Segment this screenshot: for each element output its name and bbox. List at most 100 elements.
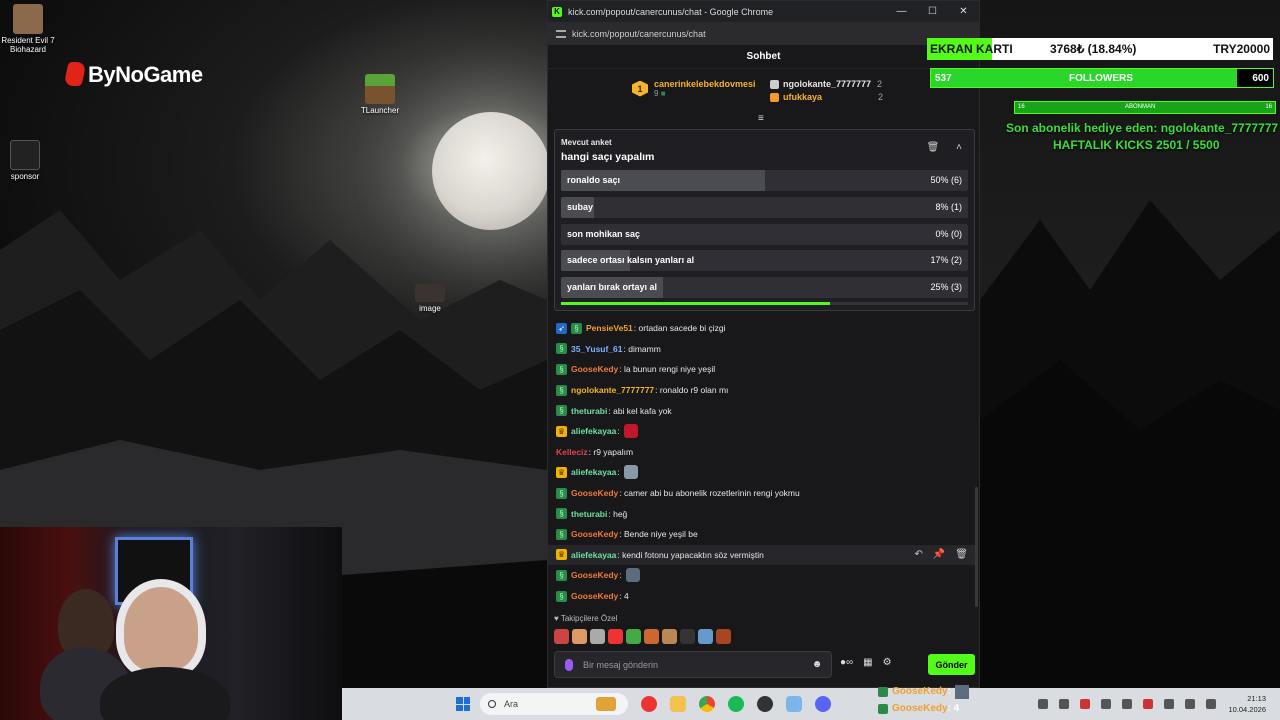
pin-icon[interactable]: 📌 bbox=[933, 549, 945, 560]
chat-message[interactable]: ➶ § PensieVe51: ortadan sacede bi çizgi bbox=[556, 318, 976, 339]
discord-icon[interactable] bbox=[815, 696, 831, 712]
tray-icon[interactable] bbox=[1101, 699, 1112, 709]
chevron-up-icon[interactable]: ˄ bbox=[951, 142, 967, 153]
chat-username[interactable]: 35_Yusuf_61 bbox=[571, 344, 623, 354]
chat-username[interactable]: GooseKedy bbox=[571, 570, 618, 580]
poll-option[interactable]: ronaldo saçı 50% (6) bbox=[561, 170, 968, 191]
minimize-button[interactable]: — bbox=[886, 6, 917, 17]
chat-scrollbar[interactable] bbox=[975, 487, 978, 607]
emote-image[interactable] bbox=[623, 424, 638, 439]
desktop-icon-image[interactable]: image bbox=[402, 284, 458, 313]
poll-option[interactable]: son mohikan saç 0% (0) bbox=[561, 224, 968, 245]
close-button[interactable]: ✕ bbox=[948, 6, 979, 17]
emote-image[interactable] bbox=[625, 568, 640, 583]
chat-message-input[interactable] bbox=[583, 659, 811, 670]
desktop-icon-resident-evil[interactable]: Resident Evil 7 Biohazard bbox=[0, 4, 56, 54]
emote-image[interactable] bbox=[572, 629, 587, 644]
chat-username[interactable]: GooseKedy bbox=[571, 364, 618, 374]
gift-badge-icon[interactable]: ➶ bbox=[556, 322, 567, 334]
emote-image[interactable] bbox=[590, 629, 605, 644]
chat-message[interactable]: § GooseKedy: Bende niye yeşil be bbox=[556, 524, 976, 545]
sub-badge-icon[interactable]: § bbox=[571, 322, 582, 334]
emote-image[interactable] bbox=[716, 629, 731, 644]
emote-image[interactable] bbox=[626, 629, 641, 644]
chat-message[interactable]: ♛ aliefekayaa: bbox=[556, 421, 976, 442]
emoji-icon[interactable]: ☻ bbox=[811, 659, 823, 670]
sub-badge-icon[interactable]: § bbox=[556, 590, 567, 602]
clock[interactable]: 21:13 10.04.2026 bbox=[1228, 693, 1266, 715]
crown-badge-icon[interactable]: ♛ bbox=[556, 466, 567, 478]
chat-username[interactable]: PensieVe51 bbox=[586, 323, 633, 333]
top-gifter[interactable]: 1 canerinkelebekdovmesi 9 ■ bbox=[632, 79, 756, 98]
settings-gear-icon[interactable]: ⚙ bbox=[883, 657, 892, 668]
kicks-icon[interactable]: ●∞ bbox=[840, 657, 853, 668]
trash-icon[interactable]: 🗑 bbox=[955, 549, 968, 560]
microphone-icon[interactable] bbox=[565, 658, 573, 671]
chat-message[interactable]: § GooseKedy: 4 bbox=[556, 586, 976, 607]
chat-username[interactable]: aliefekayaa bbox=[571, 467, 616, 477]
tray-icon[interactable] bbox=[1038, 699, 1049, 709]
obs-icon[interactable] bbox=[757, 696, 773, 712]
maximize-button[interactable]: ☐ bbox=[917, 6, 948, 17]
chat-username[interactable]: theturabi bbox=[571, 509, 607, 519]
sub-badge-icon[interactable]: § bbox=[556, 384, 567, 396]
address-bar[interactable]: kick.com/popout/canercunus/chat bbox=[548, 22, 979, 45]
tray-icon[interactable] bbox=[1122, 699, 1133, 709]
sub-badge-icon[interactable]: § bbox=[556, 363, 567, 375]
tray-icon[interactable] bbox=[1143, 699, 1154, 709]
emote-image[interactable] bbox=[680, 629, 695, 644]
emote-image[interactable] bbox=[554, 629, 569, 644]
wifi-icon[interactable] bbox=[1185, 699, 1196, 709]
gifter-row[interactable]: ngolokante_7777777 2 bbox=[770, 79, 883, 89]
chat-username[interactable]: theturabi bbox=[571, 406, 607, 416]
chat-username[interactable]: GooseKedy bbox=[571, 488, 618, 498]
sub-badge-icon[interactable]: § bbox=[556, 343, 567, 355]
site-settings-icon[interactable] bbox=[556, 29, 566, 38]
tray-icon[interactable] bbox=[1059, 699, 1070, 709]
reply-icon[interactable]: ↶ bbox=[914, 549, 922, 560]
crown-badge-icon[interactable]: ♛ bbox=[556, 549, 567, 561]
chat-message[interactable]: § ngolokante_7777777: ronaldo r9 olan mı bbox=[556, 380, 976, 401]
sub-badge-icon[interactable]: § bbox=[556, 508, 567, 520]
gifter-row[interactable]: ufukkaya 2 bbox=[770, 92, 883, 102]
poll-option[interactable]: subay 8% (1) bbox=[561, 197, 968, 218]
taskbar-search[interactable]: Ara bbox=[480, 693, 628, 715]
media-player-icon[interactable] bbox=[641, 696, 657, 712]
sub-badge-icon[interactable]: § bbox=[556, 487, 567, 499]
chat-message[interactable]: ♛ aliefekayaa: bbox=[556, 462, 976, 483]
store-icon[interactable]: ▦ bbox=[863, 657, 872, 668]
chat-message[interactable]: § theturabi: abi kel kafa yok bbox=[556, 400, 976, 421]
app-icon[interactable] bbox=[786, 696, 802, 712]
emote-image[interactable] bbox=[698, 629, 713, 644]
poll-option[interactable]: yanları bırak ortayı al 25% (3) bbox=[561, 277, 968, 298]
collapse-icon[interactable]: ≡ bbox=[758, 113, 764, 124]
chat-username[interactable]: GooseKedy bbox=[571, 591, 618, 601]
file-explorer-icon[interactable] bbox=[670, 696, 686, 712]
sub-badge-icon[interactable]: § bbox=[556, 405, 567, 417]
chat-username[interactable]: ngolokante_7777777 bbox=[571, 385, 654, 395]
chat-message[interactable]: § GooseKedy: camer abi bu abonelik rozetl… bbox=[556, 483, 976, 504]
tray-icon[interactable] bbox=[1080, 699, 1091, 709]
chat-username[interactable]: Kelleciz bbox=[556, 447, 588, 457]
trash-icon[interactable]: 🗑 bbox=[925, 142, 941, 153]
poll-option[interactable]: sadece ortası kalsın yanları al 17% (2) bbox=[561, 250, 968, 271]
sub-badge-icon[interactable]: § bbox=[556, 569, 567, 581]
desktop-icon-sponsor[interactable]: sponsor bbox=[0, 140, 53, 181]
microphone-tray-icon[interactable] bbox=[1164, 699, 1175, 709]
crown-badge-icon[interactable]: ♛ bbox=[556, 425, 567, 437]
chat-message[interactable]: § GooseKedy: la bunun rengi niye yeşil bbox=[556, 359, 976, 380]
emote-image[interactable] bbox=[662, 629, 677, 644]
chat-message[interactable]: ♛ aliefekayaa: kendi fotonu yapacaktın sö… bbox=[548, 544, 976, 566]
emote-image[interactable] bbox=[644, 629, 659, 644]
chat-message[interactable]: § GooseKedy: bbox=[556, 565, 976, 586]
spotify-icon[interactable] bbox=[728, 696, 744, 712]
chat-username[interactable]: aliefekayaa bbox=[571, 550, 616, 560]
sub-badge-icon[interactable]: § bbox=[556, 528, 567, 540]
chat-username[interactable]: aliefekayaa bbox=[571, 426, 616, 436]
windows-start-icon[interactable] bbox=[456, 697, 470, 711]
chat-message[interactable]: Kelleciz: r9 yapalım bbox=[556, 442, 976, 463]
chrome-icon[interactable] bbox=[699, 696, 715, 712]
chat-username[interactable]: GooseKedy bbox=[571, 529, 618, 539]
emote-image[interactable] bbox=[608, 629, 623, 644]
desktop-icon-tlauncher[interactable]: TLauncher bbox=[352, 74, 408, 115]
